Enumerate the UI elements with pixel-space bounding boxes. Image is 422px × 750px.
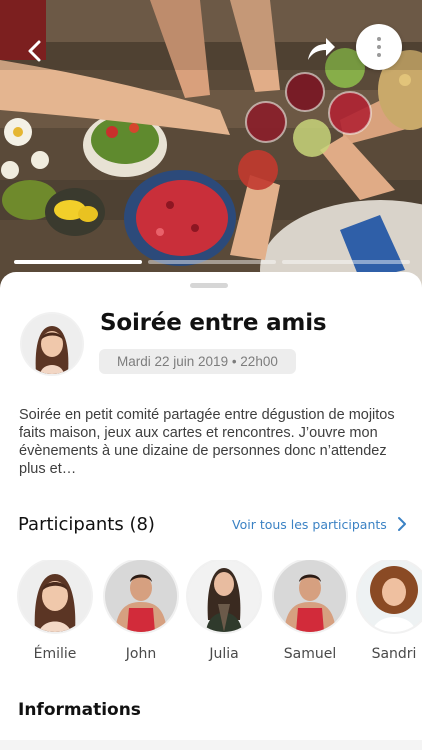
event-cover-photo [0,0,422,300]
woman-portrait [188,560,260,632]
participant-name: Émilie [33,646,77,662]
informations-heading: Informations [18,700,141,720]
participant-item[interactable]: Julia [184,560,264,662]
back-button[interactable] [20,36,50,66]
share-arrow-icon [308,38,335,60]
woman-portrait [19,560,91,632]
participant-avatar [358,560,422,632]
participant-item[interactable]: Sandri [354,560,422,662]
participant-name: Samuel [283,646,337,662]
drag-handle[interactable] [190,283,228,288]
chevron-right-icon [397,517,406,531]
participants-heading: Participants (8) [18,514,155,535]
participant-avatar [19,560,91,632]
woman-portrait [22,314,82,374]
host-avatar[interactable] [22,314,82,374]
see-all-participants-link[interactable]: Voir tous les participants [232,516,407,532]
participant-name: John [125,646,157,662]
event-details-sheet: Soirée entre amis Mardi 22 juin 2019 • 2… [0,272,422,750]
participant-item[interactable]: John [101,560,181,662]
participant-name: Julia [209,646,239,662]
more-options-button[interactable] [356,24,402,70]
more-vertical-icon [377,53,381,57]
participant-avatar [274,560,346,632]
chevron-left-icon [28,40,41,62]
event-date-badge: Mardi 22 juin 2019 • 22h00 [99,349,296,374]
more-vertical-icon [377,37,381,41]
woman-portrait [358,560,422,632]
see-all-participants-label: Voir tous les participants [232,516,387,532]
man-portrait [105,560,177,632]
progress-segment [148,260,276,264]
section-divider [0,740,422,750]
man-portrait [274,560,346,632]
participant-name: Sandri [371,646,417,662]
participant-avatar [105,560,177,632]
more-vertical-icon [377,45,381,49]
progress-segment [282,260,410,264]
progress-segment-active [14,260,142,264]
participant-item[interactable]: Samuel [270,560,350,662]
share-button[interactable] [304,32,338,66]
event-title: Soirée entre amis [100,310,327,336]
participants-carousel[interactable]: Émilie John Julia Samuel Sandri [0,560,422,670]
story-progress [14,260,410,264]
event-description: Soirée en petit comité partagée entre dé… [19,407,395,477]
participant-item[interactable]: Émilie [15,560,95,662]
participant-avatar [188,560,260,632]
